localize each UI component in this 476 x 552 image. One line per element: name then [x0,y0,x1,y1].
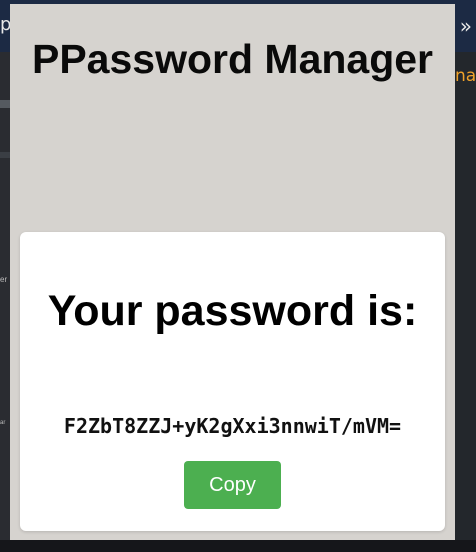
background-left-text: ar [0,420,6,426]
chevron-double-right-icon[interactable]: » [460,14,472,38]
generated-password[interactable]: F2ZbT8ZZJ+yK2gXxi3nnwiT/mVM= [20,414,445,438]
password-manager-popup: PPassword Manager Your password is: F2Zb… [10,4,455,540]
background-bottom-strip [0,540,476,552]
password-result-card: Your password is: F2ZbT8ZZJ+yK2gXxi3nnwi… [20,232,445,531]
background-left-panel [0,52,10,552]
background-right-panel [455,52,476,552]
copy-button[interactable]: Copy [184,461,281,509]
result-heading: Your password is: [47,287,418,335]
background-link-text: nar [455,66,476,86]
background-left-divider [0,100,10,108]
background-left-text: er [0,275,8,284]
app-title: PPassword Manager [31,36,434,82]
background-left-divider [0,152,10,158]
